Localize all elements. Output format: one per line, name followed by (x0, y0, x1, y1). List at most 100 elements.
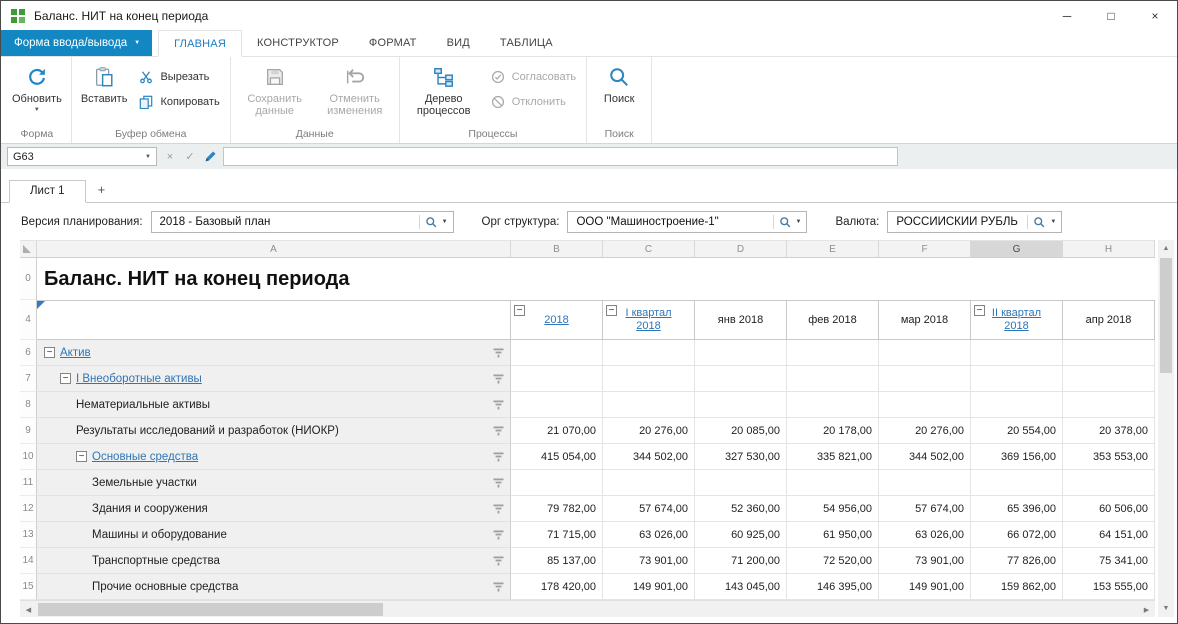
data-cell[interactable]: 57 674,00 (879, 496, 971, 522)
maximize-button[interactable]: □ (1089, 1, 1133, 30)
period-label[interactable]: II квартал 2018 (987, 307, 1047, 333)
form-io-menu-button[interactable]: Форма ввода/вывода ▼ (1, 30, 152, 56)
ribbon-tab[interactable]: КОНСТРУКТОР (242, 30, 354, 56)
data-cell[interactable] (879, 366, 971, 392)
chevron-down-icon[interactable]: ▼ (442, 219, 448, 225)
data-cell[interactable]: 20 378,00 (1063, 418, 1155, 444)
paste-button[interactable]: Вставить (77, 60, 132, 105)
row-number[interactable]: 11 (20, 470, 37, 496)
data-cell[interactable] (511, 340, 603, 366)
row-number[interactable]: 15 (20, 574, 37, 600)
data-cell[interactable]: 344 502,00 (879, 444, 971, 470)
horizontal-scroll-thumb[interactable] (38, 603, 383, 616)
vertical-scrollbar[interactable]: ▲ ▼ (1158, 240, 1174, 617)
data-cell[interactable]: 79 782,00 (511, 496, 603, 522)
chevron-down-icon[interactable]: ▼ (1050, 219, 1056, 225)
collapse-icon[interactable]: − (76, 451, 87, 462)
edit-formula-icon[interactable] (203, 150, 217, 163)
data-cell[interactable]: 335 821,00 (787, 444, 879, 470)
data-cell[interactable] (971, 392, 1063, 418)
row-number[interactable]: 9 (20, 418, 37, 444)
data-cell[interactable]: 20 085,00 (695, 418, 787, 444)
approve-button[interactable]: Согласовать (485, 69, 581, 85)
data-cell[interactable]: 21 070,00 (511, 418, 603, 444)
filter-icon[interactable] (493, 374, 504, 384)
data-cell[interactable]: 63 026,00 (879, 522, 971, 548)
filter-icon[interactable] (493, 400, 504, 410)
data-cell[interactable]: 146 395,00 (787, 574, 879, 600)
row-label-cell[interactable]: Здания и сооружения (37, 496, 511, 522)
data-cell[interactable]: 73 901,00 (603, 548, 695, 574)
data-cell[interactable]: 20 276,00 (603, 418, 695, 444)
column-header[interactable]: G (971, 240, 1063, 258)
data-cell[interactable] (603, 470, 695, 496)
data-cell[interactable]: 64 151,00 (1063, 522, 1155, 548)
add-sheet-button[interactable]: + (86, 178, 118, 202)
data-cell[interactable]: 20 554,00 (971, 418, 1063, 444)
cut-button[interactable]: Вырезать (133, 69, 224, 85)
row-number[interactable]: 8 (20, 392, 37, 418)
reject-button[interactable]: Отклонить (485, 94, 581, 110)
data-cell[interactable]: 149 901,00 (603, 574, 695, 600)
data-cell[interactable]: 65 396,00 (971, 496, 1063, 522)
data-cell[interactable] (695, 470, 787, 496)
currency-combobox[interactable]: РОССИЙСКИЙ РУБЛЬ ▼ (887, 211, 1062, 233)
filter-icon[interactable] (493, 504, 504, 514)
ribbon-tab[interactable]: ГЛАВНАЯ (158, 30, 242, 57)
row-label-cell[interactable]: Земельные участки (37, 470, 511, 496)
filter-icon[interactable] (493, 582, 504, 592)
data-cell[interactable] (1063, 392, 1155, 418)
chevron-down-icon[interactable]: ▼ (796, 219, 802, 225)
data-cell[interactable]: 60 925,00 (695, 522, 787, 548)
scroll-down-icon[interactable]: ▼ (1158, 600, 1174, 617)
data-cell[interactable]: 75 341,00 (1063, 548, 1155, 574)
data-cell[interactable]: 353 553,00 (1063, 444, 1155, 470)
data-cell[interactable] (971, 470, 1063, 496)
data-cell[interactable]: 344 502,00 (603, 444, 695, 470)
row-number[interactable]: 13 (20, 522, 37, 548)
filter-icon[interactable] (493, 426, 504, 436)
vertical-scroll-thumb[interactable] (1160, 258, 1172, 373)
period-header-cell[interactable]: янв 2018 (695, 300, 787, 340)
row-number[interactable]: 7 (20, 366, 37, 392)
period-label[interactable]: 2018 (544, 314, 568, 327)
data-cell[interactable]: 20 276,00 (879, 418, 971, 444)
row-label-cell[interactable]: Транспортные средства (37, 548, 511, 574)
filter-icon[interactable] (493, 452, 504, 462)
data-cell[interactable]: 57 674,00 (603, 496, 695, 522)
column-header[interactable]: H (1063, 240, 1155, 258)
data-cell[interactable] (879, 470, 971, 496)
copy-button[interactable]: Копировать (133, 94, 224, 110)
data-cell[interactable]: 72 520,00 (787, 548, 879, 574)
filter-icon[interactable] (493, 348, 504, 358)
data-cell[interactable]: 153 555,00 (1063, 574, 1155, 600)
row-number[interactable]: 12 (20, 496, 37, 522)
column-header[interactable]: E (787, 240, 879, 258)
data-cell[interactable]: 60 506,00 (1063, 496, 1155, 522)
period-header-cell[interactable]: − 2018 (511, 300, 603, 340)
collapse-icon[interactable]: − (514, 305, 525, 316)
filter-icon[interactable] (493, 478, 504, 488)
data-cell[interactable]: 52 360,00 (695, 496, 787, 522)
data-cell[interactable]: 369 156,00 (971, 444, 1063, 470)
data-cell[interactable] (695, 340, 787, 366)
period-header-cell[interactable]: −II квартал 2018 (971, 300, 1063, 340)
filter-icon[interactable] (493, 556, 504, 566)
row-number[interactable]: 4 (20, 300, 37, 340)
data-cell[interactable]: 71 200,00 (695, 548, 787, 574)
data-cell[interactable]: 85 137,00 (511, 548, 603, 574)
data-cell[interactable]: 63 026,00 (603, 522, 695, 548)
ribbon-tab[interactable]: ТАБЛИЦА (485, 30, 568, 56)
row-label-cell[interactable]: −Актив (37, 340, 511, 366)
row-label[interactable]: Основные средства (92, 451, 198, 463)
data-cell[interactable]: 54 956,00 (787, 496, 879, 522)
ribbon-tab[interactable]: ФОРМАТ (354, 30, 432, 56)
data-cell[interactable]: 66 072,00 (971, 522, 1063, 548)
data-cell[interactable] (879, 340, 971, 366)
column-header[interactable]: B (511, 240, 603, 258)
row-number[interactable]: 6 (20, 340, 37, 366)
data-cell[interactable] (1063, 470, 1155, 496)
horizontal-scrollbar[interactable]: ◀ ▶ (20, 600, 1155, 617)
process-tree-button[interactable]: Дерево процессов (405, 60, 483, 117)
data-cell[interactable] (511, 470, 603, 496)
